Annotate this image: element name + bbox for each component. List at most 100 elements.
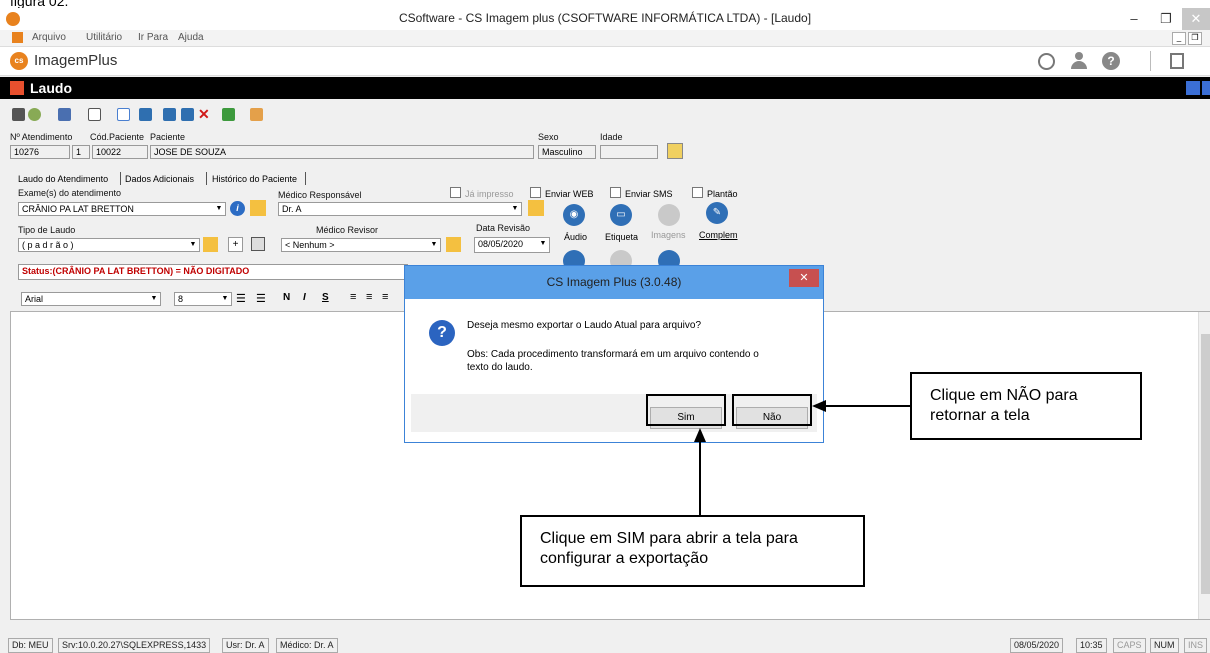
lightning-icon[interactable] <box>250 200 266 216</box>
etiqueta-button-label[interactable]: Etiqueta <box>605 232 638 242</box>
gear-icon[interactable] <box>28 108 41 121</box>
font-value: Arial <box>25 294 44 304</box>
etiqueta-button-icon[interactable]: ▭ <box>610 204 632 226</box>
editor-scrollbar[interactable] <box>1198 312 1210 619</box>
close-button[interactable]: ✕ <box>1182 8 1210 30</box>
exit-icon[interactable] <box>1170 53 1184 69</box>
printer-icon[interactable] <box>58 108 71 121</box>
idade-field[interactable] <box>600 145 658 159</box>
data-rev-field[interactable]: 08/05/2020 ▼ <box>474 237 550 253</box>
imagens-button-icon[interactable] <box>658 204 680 226</box>
restore-button[interactable]: ❐ <box>1152 8 1180 30</box>
font-size-select[interactable]: 8 ▼ <box>174 292 232 306</box>
user-icon[interactable] <box>1070 52 1088 70</box>
list-icon[interactable] <box>251 237 265 251</box>
audio-button-label[interactable]: Áudio <box>564 232 587 242</box>
minimize-button[interactable]: – <box>1120 8 1148 30</box>
brand-name: ImagemPlus <box>34 52 118 69</box>
status-db: Db: MEU <box>8 638 53 653</box>
menu-ir-para[interactable]: Ir Para <box>138 32 168 43</box>
align-left-icon[interactable]: ≡ <box>350 291 356 303</box>
enviar-sms-checkbox[interactable]: Enviar SMS <box>610 187 673 199</box>
paciente-label: Paciente <box>150 132 186 142</box>
scroll-thumb[interactable] <box>1201 334 1210 594</box>
info-icon[interactable]: i <box>230 201 245 216</box>
chevron-down-icon: ▼ <box>539 240 547 247</box>
status-text: Status:(CRÂNIO PA LAT BRETTON) = NÃO DIG… <box>22 266 250 276</box>
mdi-restore-button[interactable]: ❐ <box>1188 32 1202 45</box>
status-time: 10:35 <box>1076 638 1107 653</box>
font-size-value: 8 <box>178 294 184 304</box>
atendimento-seq-field[interactable]: 1 <box>72 145 90 159</box>
lightning-icon[interactable] <box>203 237 218 252</box>
atendimento-label: Nº Atendimento <box>10 132 73 142</box>
dialog-close-button[interactable]: ✕ <box>789 269 819 287</box>
align-right-icon[interactable]: ≡ <box>382 291 388 303</box>
chevron-down-icon: ▼ <box>215 205 223 212</box>
sexo-field[interactable]: Masculino <box>538 145 596 159</box>
plantao-label: Plantão <box>707 189 738 199</box>
help-icon[interactable]: ? <box>1102 52 1120 70</box>
save-as-icon[interactable] <box>181 108 194 121</box>
enviar-web-checkbox[interactable]: Enviar WEB <box>530 187 594 199</box>
cod-paciente-label: Cód.Paciente <box>90 132 145 142</box>
tab-laudo-atendimento[interactable]: Laudo do Atendimento <box>18 174 108 184</box>
window-title: CSoftware - CS Imagem plus (CSOFTWARE IN… <box>398 11 812 25</box>
medico-resp-value: Dr. A <box>282 204 302 214</box>
module-help-icon[interactable] <box>1202 81 1210 95</box>
tipo-laudo-select[interactable]: ( p a d r ã o ) ▼ <box>18 238 200 252</box>
email-icon[interactable] <box>117 108 130 121</box>
bullet-list-icon[interactable]: ☰ <box>236 292 246 305</box>
edit-patient-icon[interactable] <box>667 143 683 159</box>
medico-resp-select[interactable]: Dr. A ▼ <box>278 202 522 216</box>
data-rev-value: 08/05/2020 <box>478 239 524 249</box>
binoculars-icon[interactable] <box>12 108 25 121</box>
toolbar: ✕ <box>0 104 1210 126</box>
module-header: Laudo <box>0 77 1210 99</box>
numbered-list-icon[interactable]: ☰ <box>256 292 266 305</box>
font-select[interactable]: Arial ▼ <box>21 292 161 306</box>
globe-icon[interactable] <box>1038 53 1055 70</box>
status-date: 08/05/2020 <box>1010 638 1064 653</box>
exame-select[interactable]: CRÂNIO PA LAT BRETTON ▼ <box>18 202 226 216</box>
lightning-icon[interactable] <box>528 200 544 216</box>
tools-icon[interactable] <box>250 108 263 121</box>
ja-impresso-checkbox[interactable]: Já impresso <box>450 187 514 199</box>
dialog-obs: Obs: Cada procedimento transformará em u… <box>467 349 759 373</box>
status-server: Srv:10.0.20.27\SQLEXPRESS,1433 <box>58 638 211 653</box>
bold-button[interactable]: N <box>283 292 290 303</box>
cod-paciente-field[interactable]: 10022 <box>92 145 148 159</box>
atendimento-field[interactable]: 10276 <box>10 145 70 159</box>
tab-dados-adicionais[interactable]: Dados Adicionais <box>125 174 194 184</box>
complem-button-icon[interactable]: ✎ <box>706 202 728 224</box>
tab-separator-1 <box>120 172 121 185</box>
paciente-field[interactable]: JOSE DE SOUZA <box>150 145 534 159</box>
audio-button-icon[interactable]: ◉ <box>563 204 585 226</box>
tab-historico[interactable]: Histórico do Paciente <box>212 174 297 184</box>
align-center-icon[interactable]: ≡ <box>366 291 372 303</box>
complem-button-label[interactable]: Complem <box>699 230 738 240</box>
status-medico: Médico: Dr. A <box>276 638 338 653</box>
menu-arquivo[interactable]: Arquivo <box>32 32 66 43</box>
lightning-icon[interactable] <box>446 237 461 252</box>
status-user: Usr: Dr. A <box>222 638 269 653</box>
plantao-checkbox[interactable]: Plantão <box>692 187 738 199</box>
underline-button[interactable]: S <box>322 292 329 303</box>
imagens-button-label[interactable]: Imagens <box>651 230 686 240</box>
new-document-icon[interactable] <box>88 108 101 121</box>
module-title: Laudo <box>30 80 72 96</box>
save-icon[interactable] <box>163 108 176 121</box>
medico-rev-select[interactable]: < Nenhum > ▼ <box>281 238 441 252</box>
menu-utilitario[interactable]: Utilitário <box>86 32 122 43</box>
mdi-minimize-button[interactable]: _ <box>1172 32 1186 45</box>
italic-button[interactable]: I <box>303 292 306 303</box>
dialog-titlebar: CS Imagem Plus (3.0.48) ✕ <box>405 266 823 299</box>
dialog-question: Deseja mesmo exportar o Laudo Atual para… <box>467 320 702 331</box>
export-icon[interactable] <box>222 108 235 121</box>
delete-icon[interactable]: ✕ <box>198 106 210 123</box>
module-info-icon[interactable] <box>1186 81 1200 95</box>
add-button[interactable]: + <box>228 237 243 252</box>
tipo-laudo-label: Tipo de Laudo <box>18 225 76 235</box>
menu-ajuda[interactable]: Ajuda <box>178 32 204 43</box>
list-icon[interactable] <box>139 108 152 121</box>
